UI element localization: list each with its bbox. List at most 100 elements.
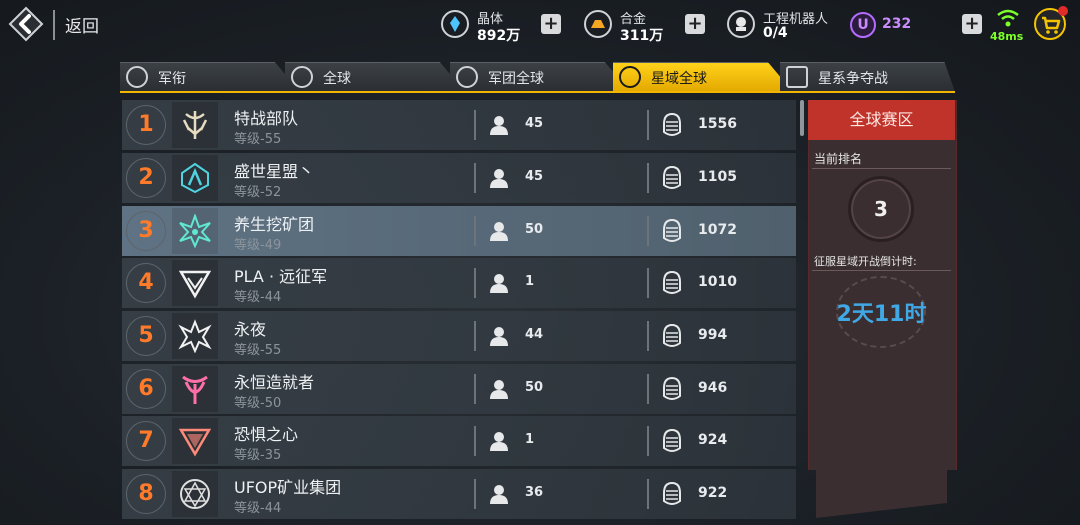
- member-count: 50: [525, 380, 544, 395]
- column-divider: [474, 374, 476, 404]
- robot-resource: 工程机器人 0/4: [727, 6, 837, 46]
- member-count: 45: [525, 116, 544, 131]
- divider: [53, 10, 55, 40]
- ranking-list[interactable]: 1 特战部队 等级-55 45 1556 2 盛世星盟丶 等级-52 45 1105 3 养生挖矿…: [122, 100, 796, 525]
- guild-emblem-icon: [179, 214, 211, 248]
- trophy-icon: [786, 66, 808, 88]
- tab-label: 星域全球: [651, 71, 707, 87]
- helmet-score-icon: [663, 270, 681, 294]
- helmet-score-icon: [663, 376, 681, 400]
- column-divider: [474, 110, 476, 140]
- member-count: 44: [525, 327, 544, 342]
- add-alloy-button[interactable]: +: [685, 14, 705, 34]
- countdown-label: 征服星域开战倒计时:: [814, 255, 917, 268]
- helmet-score-icon: [663, 428, 681, 452]
- column-divider: [647, 426, 649, 456]
- ranking-row[interactable]: 1 特战部队等级-55 45 1556: [122, 100, 796, 150]
- guild-emblem-icon: [181, 162, 209, 194]
- guild-emblem-icon: [180, 479, 210, 509]
- score-value: 1556: [698, 116, 737, 132]
- column-divider: [647, 268, 649, 298]
- rank-number: 8: [126, 474, 166, 514]
- guild-level: 等级-44: [234, 290, 282, 305]
- helmet-score-icon: [663, 323, 681, 347]
- tab-military-rank[interactable]: 军衔: [120, 62, 300, 92]
- member-count: 1: [525, 432, 535, 447]
- helmet-score-icon: [663, 165, 681, 189]
- score-value: 1105: [698, 169, 737, 185]
- guild-name: 特战部队: [234, 109, 299, 128]
- ranking-row[interactable]: 2 盛世星盟丶等级-52 45 1105: [122, 153, 796, 203]
- column-divider: [647, 321, 649, 351]
- rank-number: 6: [126, 369, 166, 409]
- helmet-score-icon: [663, 481, 681, 505]
- guild-name: 盛世星盟丶: [234, 162, 315, 181]
- score-value: 924: [698, 432, 728, 448]
- guild-name: 养生挖矿团: [234, 215, 315, 234]
- tab-label: 星系争夺战: [818, 71, 888, 87]
- rank-number: 4: [126, 263, 166, 303]
- scrollbar[interactable]: [800, 100, 804, 136]
- column-divider: [474, 216, 476, 246]
- region-panel: 全球赛区 当前排名 3 征服星域开战倒计时: 2天11时: [808, 100, 957, 525]
- top-bar: 返回 晶体 892万 + 合金 311万 + 工程机器人 0/4 U 232 +…: [0, 0, 1080, 52]
- member-count: 45: [525, 169, 544, 184]
- add-u-currency-button[interactable]: +: [962, 14, 982, 34]
- rank-number: 2: [126, 158, 166, 198]
- guild-emblem-frame: [172, 102, 218, 148]
- tab-global[interactable]: 全球: [285, 62, 465, 92]
- tab-star-domain-global[interactable]: 星域全球: [613, 62, 793, 92]
- score-value: 1010: [698, 274, 737, 290]
- guild-level: 等级-55: [234, 343, 282, 358]
- score-value: 994: [698, 327, 728, 343]
- panel-title: 全球赛区: [808, 100, 955, 140]
- guild-level: 等级-49: [234, 238, 282, 253]
- rank-number: 1: [126, 105, 166, 145]
- guild-emblem-frame: [172, 471, 218, 517]
- legion-shield-icon: [456, 66, 478, 88]
- column-divider: [647, 163, 649, 193]
- guild-level: 等级-35: [234, 448, 282, 463]
- chevron-left-icon: [8, 6, 44, 42]
- guild-level: 等级-52: [234, 185, 282, 200]
- tab-label: 军团全球: [488, 71, 544, 87]
- alloy-resource: 合金 311万: [584, 6, 674, 46]
- score-value: 922: [698, 485, 728, 501]
- ranking-tabs: 军衔 全球 军团全球 星域全球 星系争夺战: [120, 62, 960, 92]
- ranking-row[interactable]: 4 PLA · 远征军 等级-44 1 1010: [122, 258, 796, 308]
- ranking-row[interactable]: 8 UFOP矿业集团 等级-44 36 922: [122, 469, 796, 519]
- member-icon: [490, 116, 508, 135]
- member-icon: [490, 222, 508, 241]
- u-currency-icon: U: [850, 12, 876, 38]
- guild-name: UFOP矿业集团: [234, 478, 342, 497]
- back-button[interactable]: [8, 6, 44, 42]
- ranking-row[interactable]: 5 永夜 等级-55 44 994: [122, 311, 796, 361]
- member-count: 36: [525, 485, 544, 500]
- guild-emblem-icon: [178, 270, 212, 299]
- column-divider: [474, 321, 476, 351]
- tab-legion-global[interactable]: 军团全球: [450, 62, 630, 92]
- column-divider: [474, 479, 476, 509]
- guild-level: 等级-55: [234, 132, 282, 147]
- rank-number: 5: [126, 316, 166, 356]
- tab-galaxy-war[interactable]: 星系争夺战: [780, 62, 955, 92]
- ranking-row[interactable]: 3 养生挖矿团 等级-49 50 1072: [122, 206, 796, 256]
- column-divider: [474, 426, 476, 456]
- current-rank-value: 3: [848, 176, 914, 242]
- alloy-icon: [584, 10, 612, 38]
- ranking-row[interactable]: 7 恐惧之心 等级-35 1 924: [122, 416, 796, 466]
- globe-icon: [291, 66, 313, 88]
- guild-emblem-icon: [182, 375, 208, 404]
- ping-value: 48ms: [990, 30, 1024, 43]
- star-domain-icon: [619, 66, 641, 88]
- robot-icon: [727, 10, 755, 38]
- back-label[interactable]: 返回: [65, 12, 99, 37]
- ranking-row[interactable]: 6 永恒造就者 等级-50 50 946: [122, 364, 796, 414]
- panel-banner-tail: [816, 468, 947, 518]
- rank-number: 7: [126, 421, 166, 461]
- robot-value: 0/4: [763, 25, 788, 41]
- guild-emblem-icon: [178, 319, 212, 353]
- tab-label: 军衔: [158, 71, 186, 87]
- add-crystal-button[interactable]: +: [541, 14, 561, 34]
- guild-name: 永恒造就者: [234, 373, 315, 392]
